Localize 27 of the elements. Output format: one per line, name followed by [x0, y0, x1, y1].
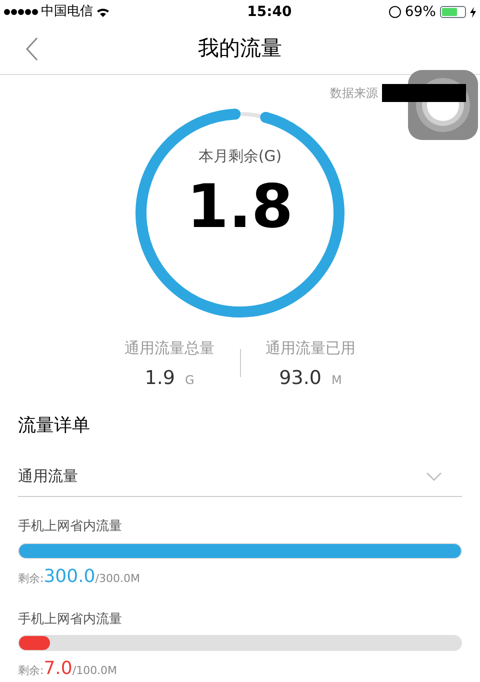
- remaining-amount: 7.0: [44, 657, 72, 681]
- stat-value: 93.0: [279, 366, 322, 390]
- stat-label: 通用流量总量: [124, 338, 214, 359]
- remaining-label: 剩余:: [18, 570, 44, 586]
- package-name: 手机上网省内流量: [18, 610, 123, 628]
- wifi-icon: [96, 6, 110, 18]
- data-source-label: 数据来源: [330, 85, 378, 102]
- stat-label: 通用流量已用: [266, 338, 356, 359]
- clock-time: 15:40: [247, 2, 292, 22]
- signal-icon: [4, 9, 38, 15]
- carrier-name: 中国电信: [41, 3, 93, 22]
- stat-value: 1.9: [144, 366, 175, 390]
- remaining-amount: 300.0: [44, 564, 96, 588]
- total-amount: /300.0M: [95, 570, 140, 586]
- stat-unit: G: [184, 372, 194, 388]
- stat-unit: M: [331, 372, 342, 388]
- dropdown-field[interactable]: 通用流量: [18, 457, 462, 497]
- chevron-down-icon: [426, 472, 442, 481]
- package-name: 手机上网省内流量: [18, 518, 123, 536]
- rotation-lock-icon: [388, 6, 401, 18]
- section-title: 流量详单: [18, 414, 91, 438]
- battery-icon: [440, 6, 466, 18]
- battery-percent: 69%: [404, 2, 436, 22]
- charging-icon: [470, 6, 476, 18]
- total-amount: /100.0M: [72, 663, 118, 679]
- remaining-label: 剩余:: [18, 663, 44, 679]
- page-title: 我的流量: [198, 35, 282, 62]
